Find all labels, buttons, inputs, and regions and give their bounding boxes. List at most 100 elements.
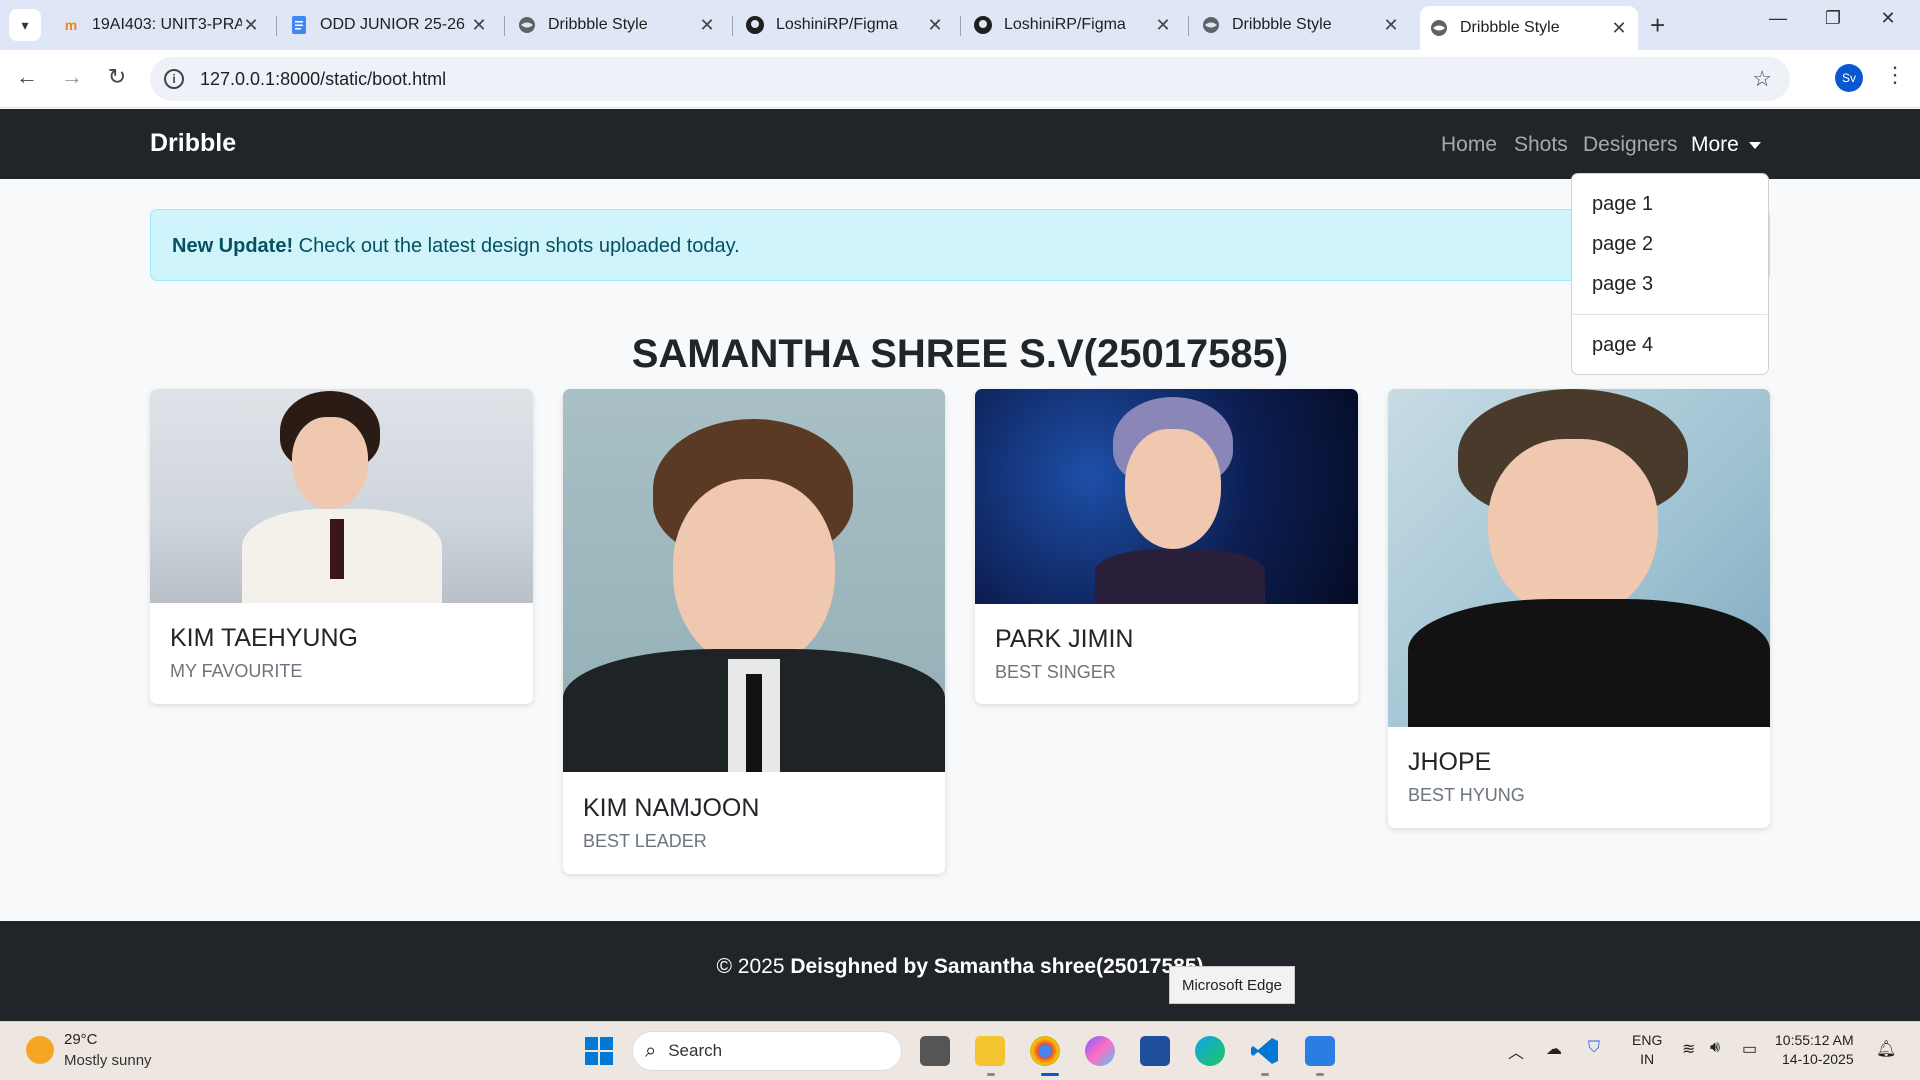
windows-start-icon[interactable] <box>584 1036 614 1066</box>
dropdown-item-page-1[interactable]: page 1 <box>1592 193 1653 216</box>
profile-card[interactable]: KIM NAMJOON BEST LEADER <box>563 389 945 874</box>
card-title: JHOPE <box>1408 748 1492 776</box>
chrome-icon[interactable] <box>1030 1036 1060 1066</box>
browser-tab-4[interactable]: LoshiniRP/Figma ✕ <box>736 8 954 42</box>
moodle-icon: m <box>64 17 78 33</box>
docs-icon <box>290 16 308 34</box>
card-photo <box>150 389 533 603</box>
card-subtitle: MY FAVOURITE <box>170 661 303 681</box>
nav-more-label: More <box>1691 133 1739 156</box>
profile-card[interactable]: KIM TAEHYUNG MY FAVOURITE <box>150 389 533 704</box>
navbar-brand[interactable]: Dribble <box>150 129 236 158</box>
close-icon[interactable]: ✕ <box>242 15 260 36</box>
close-icon[interactable]: ✕ <box>926 15 944 36</box>
profile-card[interactable]: JHOPE BEST HYUNG <box>1388 389 1770 828</box>
browser-tab-1[interactable]: m 19AI403: UNIT3-PRA ✕ <box>52 8 270 42</box>
card-title: KIM NAMJOON <box>583 794 760 822</box>
vscode-icon[interactable] <box>1250 1036 1280 1066</box>
reload-icon[interactable]: ↻ <box>102 64 132 90</box>
github-icon <box>746 16 764 34</box>
wifi-icon[interactable]: ≋ <box>1682 1039 1695 1059</box>
dropdown-item-page-4[interactable]: page 4 <box>1592 334 1653 357</box>
alert-body: Check out the latest design shots upload… <box>293 235 740 257</box>
card-subtitle: BEST LEADER <box>583 831 707 851</box>
url-text[interactable]: 127.0.0.1:8000/static/boot.html <box>200 69 446 90</box>
card-subtitle: BEST SINGER <box>995 662 1116 682</box>
close-icon[interactable]: ✕ <box>1610 18 1628 39</box>
card-photo <box>975 389 1358 604</box>
globe-icon <box>1430 19 1448 37</box>
running-indicator <box>1041 1073 1059 1076</box>
profile-card[interactable]: PARK JIMIN BEST SINGER <box>975 389 1358 704</box>
tab-separator <box>732 16 733 36</box>
close-icon[interactable]: ✕ <box>1382 15 1400 36</box>
close-icon[interactable]: ✕ <box>470 15 488 36</box>
taskbar-search[interactable]: ⌕ Search <box>632 1031 902 1071</box>
store-icon[interactable] <box>1140 1036 1170 1066</box>
nav-dropdown-more[interactable]: More <box>1691 133 1761 157</box>
browser-menu-icon[interactable]: ⋮ <box>1884 62 1906 88</box>
browser-tab-5[interactable]: LoshiniRP/Figma ✕ <box>964 8 1182 42</box>
copilot-icon[interactable] <box>1085 1036 1115 1066</box>
shield-icon[interactable]: ⛉ <box>1588 1039 1600 1057</box>
browser-tab-6[interactable]: Dribbble Style ✕ <box>1192 8 1410 42</box>
file-explorer-icon[interactable] <box>975 1036 1005 1066</box>
taskbar-search-label: Search <box>668 1041 723 1060</box>
browser-tab-7-active[interactable]: Dribbble Style ✕ <box>1420 6 1638 50</box>
windows-taskbar: 29°C Mostly sunny ⌕ Search ︿ ☁ ⛉ ENG IN … <box>0 1021 1920 1080</box>
clock-date: 14-10-2025 <box>1782 1051 1854 1067</box>
card-title: PARK JIMIN <box>995 625 1134 653</box>
tab-title: LoshiniRP/Figma <box>776 16 898 33</box>
edge-icon[interactable] <box>1195 1036 1225 1066</box>
taskbar-tooltip: Microsoft Edge <box>1169 966 1295 1004</box>
task-view-icon[interactable] <box>920 1036 950 1066</box>
browser-tab-3[interactable]: Dribbble Style ✕ <box>508 8 726 42</box>
weather-description[interactable]: Mostly sunny <box>64 1052 152 1069</box>
notification-bell-icon[interactable]: 🔔︎ <box>1876 1039 1896 1059</box>
weather-sun-icon[interactable] <box>26 1036 54 1064</box>
footer-text: © 2025 Deisghned by Samantha shree(25017… <box>0 955 1920 979</box>
dropdown-item-page-3[interactable]: page 3 <box>1592 273 1653 296</box>
new-tab-button[interactable]: + <box>1650 10 1665 41</box>
system-clock[interactable]: 10:55:12 AM 14-10-2025 <box>1775 1031 1854 1069</box>
update-alert: New Update! Check out the latest design … <box>150 209 1770 281</box>
footer-copyright: © 2025 <box>716 955 791 978</box>
language-indicator[interactable]: ENG IN <box>1632 1031 1662 1069</box>
tab-title: 19AI403: UNIT3-PRA <box>92 16 242 33</box>
nav-link-designers[interactable]: Designers <box>1583 133 1678 157</box>
bookmark-star-icon[interactable]: ☆ <box>1752 66 1772 92</box>
minimize-button[interactable]: — <box>1758 8 1798 29</box>
dropdown-divider <box>1573 314 1767 315</box>
tab-separator <box>276 16 277 36</box>
close-icon[interactable]: ✕ <box>698 15 716 36</box>
volume-icon[interactable]: 🔊︎ <box>1710 1039 1720 1057</box>
card-photo <box>563 389 945 772</box>
card-title: KIM TAEHYUNG <box>170 624 358 652</box>
site-info-icon[interactable]: i <box>164 69 184 89</box>
weather-temperature[interactable]: 29°C <box>64 1031 98 1048</box>
cloud-off-icon[interactable]: ☁ <box>1546 1039 1562 1059</box>
back-arrow-icon[interactable]: ← <box>12 64 42 90</box>
tab-search-button[interactable]: ▾ <box>9 9 41 41</box>
clock-time: 10:55:12 AM <box>1775 1032 1854 1048</box>
window-close-button[interactable]: ✕ <box>1868 8 1908 29</box>
paint-icon[interactable] <box>1305 1036 1335 1066</box>
profile-avatar[interactable]: Sv <box>1835 64 1863 92</box>
running-indicator <box>987 1073 995 1076</box>
running-indicator <box>1316 1073 1324 1076</box>
close-icon[interactable]: ✕ <box>1154 15 1172 36</box>
forward-arrow-icon[interactable]: → <box>57 64 87 90</box>
tab-separator <box>960 16 961 36</box>
nav-link-home[interactable]: Home <box>1441 133 1497 157</box>
restore-button[interactable]: ❐ <box>1813 8 1853 29</box>
dropdown-item-page-2[interactable]: page 2 <box>1592 233 1653 256</box>
browser-tab-2[interactable]: ODD JUNIOR 25-26 ( ✕ <box>280 8 498 42</box>
lang-region: IN <box>1640 1051 1655 1067</box>
card-photo <box>1388 389 1770 727</box>
github-icon <box>974 16 992 34</box>
chevron-up-icon[interactable]: ︿ <box>1508 1039 1524 1063</box>
battery-icon[interactable]: ▭ <box>1742 1039 1757 1059</box>
address-bar[interactable]: i 127.0.0.1:8000/static/boot.html ☆ <box>150 57 1790 101</box>
nav-link-shots[interactable]: Shots <box>1514 133 1568 157</box>
browser-toolbar: ← → ↻ i 127.0.0.1:8000/static/boot.html … <box>0 50 1920 108</box>
